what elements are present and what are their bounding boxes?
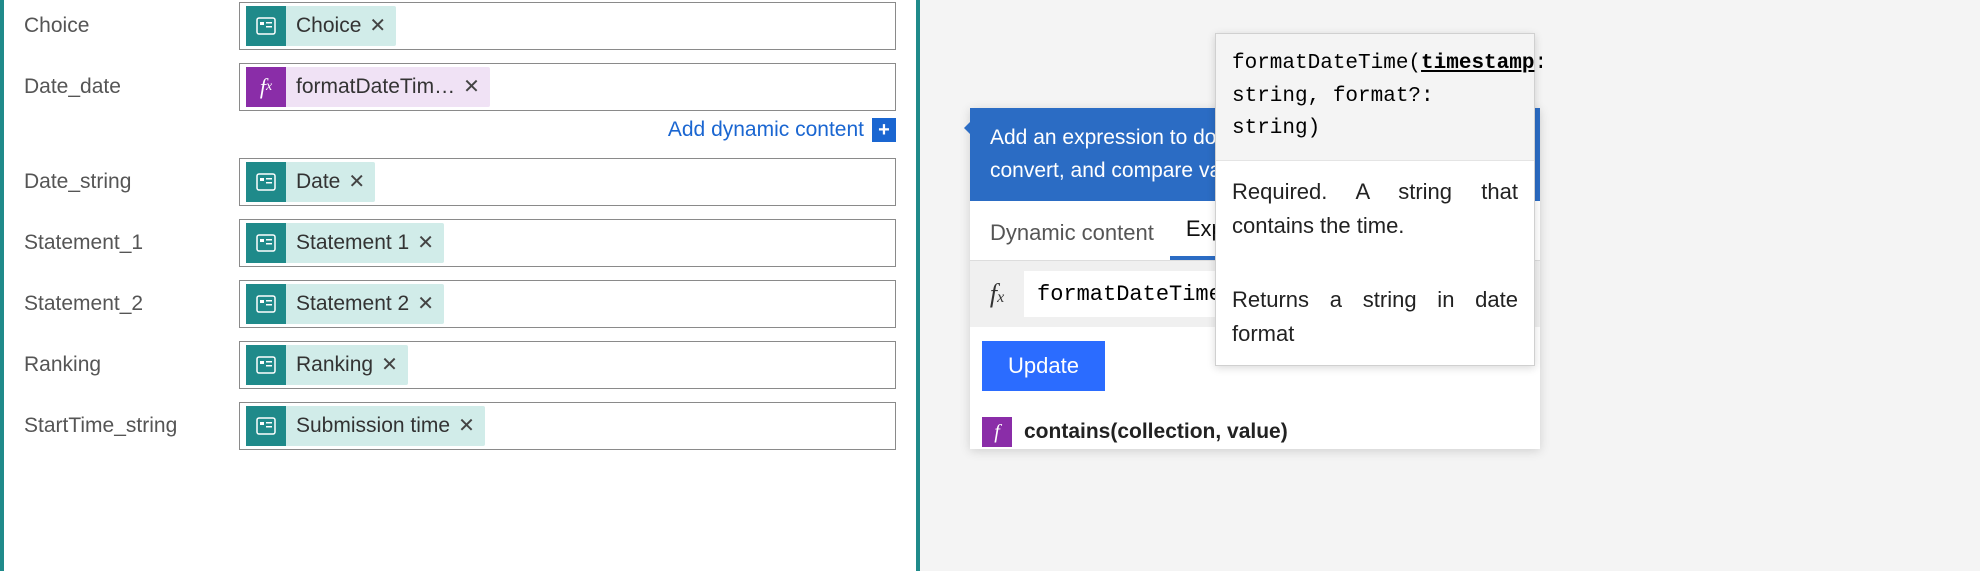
token-remove-icon[interactable]: ✕ <box>417 230 434 255</box>
form-row-date-date: Date_date fx formatDateTim… ✕ <box>4 61 916 112</box>
field-label: Date_date <box>4 75 239 99</box>
forms-icon <box>246 345 286 385</box>
forms-icon <box>246 162 286 202</box>
field-input[interactable]: Statement 1 ✕ <box>239 219 896 267</box>
token-statement-2[interactable]: Statement 2 ✕ <box>246 284 444 324</box>
token-label: Ranking <box>296 353 373 377</box>
form-row-starttime: StartTime_string Submission time ✕ <box>4 400 916 451</box>
token-label: Date <box>296 170 340 194</box>
token-label: Choice <box>296 14 361 38</box>
fx-icon: fx <box>246 67 286 107</box>
form-row-choice: Choice Choice ✕ <box>4 0 916 51</box>
tooltip-description: Required. A string that contains the tim… <box>1232 175 1518 243</box>
field-label: Statement_2 <box>4 292 239 316</box>
field-label: StartTime_string <box>4 414 239 438</box>
forms-icon <box>246 406 286 446</box>
token-remove-icon[interactable]: ✕ <box>381 352 398 377</box>
form-row-statement-1: Statement_1 Statement 1 ✕ <box>4 217 916 268</box>
token-date[interactable]: Date ✕ <box>246 162 375 202</box>
token-label: Statement 2 <box>296 292 409 316</box>
field-label: Ranking <box>4 353 239 377</box>
add-dynamic-content-link[interactable]: Add dynamic content <box>668 118 864 142</box>
token-ranking[interactable]: Ranking ✕ <box>246 345 408 385</box>
field-label: Date_string <box>4 170 239 194</box>
form-editor-panel: Choice Choice ✕ Date_date fx formatDateT… <box>0 0 920 571</box>
fx-icon: f <box>982 417 1012 447</box>
form-row-statement-2: Statement_2 Statement 2 ✕ <box>4 278 916 329</box>
update-button[interactable]: Update <box>982 341 1105 391</box>
form-row-ranking: Ranking Ranking ✕ <box>4 339 916 390</box>
token-label: formatDateTim… <box>296 75 455 99</box>
tooltip-signature: formatDateTime(timestamp: string, format… <box>1216 34 1534 161</box>
forms-icon <box>246 6 286 46</box>
plus-icon[interactable]: + <box>872 118 896 142</box>
field-input[interactable]: Date ✕ <box>239 158 896 206</box>
field-input[interactable]: Submission time ✕ <box>239 402 896 450</box>
form-row-date-string: Date_string Date ✕ <box>4 156 916 207</box>
token-label: Submission time <box>296 414 450 438</box>
token-formatdatetime[interactable]: fx formatDateTim… ✕ <box>246 67 490 107</box>
tooltip-returns: Returns a string in date format <box>1232 283 1518 351</box>
signature-tooltip: formatDateTime(timestamp: string, format… <box>1215 33 1535 366</box>
field-input[interactable]: Statement 2 ✕ <box>239 280 896 328</box>
forms-icon <box>246 223 286 263</box>
field-label: Statement_1 <box>4 231 239 255</box>
right-background: Add an expression to do basic things lik… <box>920 0 1980 571</box>
field-input[interactable]: Choice ✕ <box>239 2 896 50</box>
token-remove-icon[interactable]: ✕ <box>417 291 434 316</box>
fx-icon: fx <box>982 279 1012 309</box>
field-input[interactable]: fx formatDateTim… ✕ <box>239 63 896 111</box>
function-name: contains(collection, value) <box>1024 420 1288 444</box>
tab-dynamic-content[interactable]: Dynamic content <box>974 206 1170 260</box>
tooltip-body: Required. A string that contains the tim… <box>1216 161 1534 365</box>
field-input[interactable]: Ranking ✕ <box>239 341 896 389</box>
token-remove-icon[interactable]: ✕ <box>463 74 480 99</box>
token-choice[interactable]: Choice ✕ <box>246 6 396 46</box>
token-remove-icon[interactable]: ✕ <box>458 413 475 438</box>
forms-icon <box>246 284 286 324</box>
dynamic-content-link-row: Add dynamic content + <box>4 112 916 148</box>
function-suggestion[interactable]: f contains(collection, value) <box>970 409 1540 449</box>
token-label: Statement 1 <box>296 231 409 255</box>
token-remove-icon[interactable]: ✕ <box>369 13 386 38</box>
field-label: Choice <box>4 14 239 38</box>
token-remove-icon[interactable]: ✕ <box>348 169 365 194</box>
token-submission-time[interactable]: Submission time ✕ <box>246 406 485 446</box>
token-statement-1[interactable]: Statement 1 ✕ <box>246 223 444 263</box>
